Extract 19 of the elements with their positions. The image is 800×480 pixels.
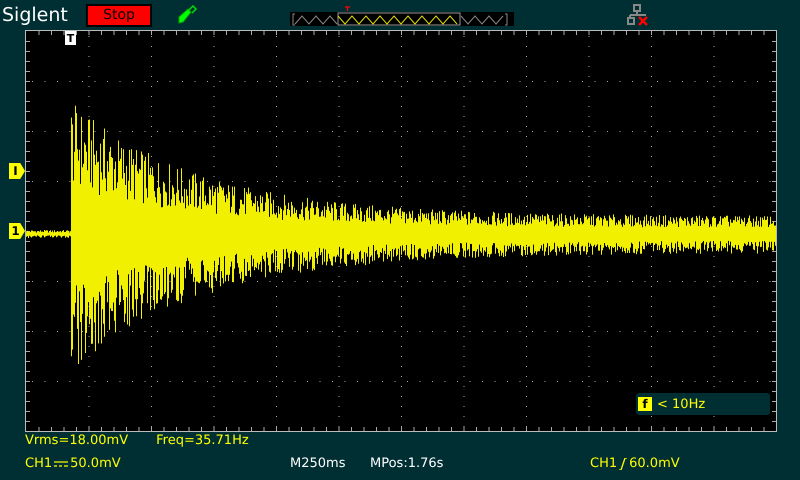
filter-cutoff-label: < 10Hz bbox=[657, 398, 706, 410]
frequency-measurement: Freq=35.71Hz bbox=[156, 434, 249, 447]
memory-position-label: MPos:1.76s bbox=[370, 457, 444, 470]
channel-marker: 1 bbox=[9, 223, 25, 239]
trigger-level-marker: I bbox=[9, 163, 25, 179]
trigger-source-label: CH1 bbox=[590, 457, 618, 470]
rising-edge-icon bbox=[619, 458, 628, 470]
network-disconnected-icon bbox=[627, 4, 651, 26]
trigger-position-marker: T bbox=[65, 31, 76, 45]
probe-icon bbox=[176, 4, 198, 26]
brand-label: Siglent bbox=[2, 6, 69, 24]
filter-icon: f bbox=[638, 397, 652, 411]
channel-label: CH1 bbox=[25, 457, 52, 470]
volts-per-division: 50.0mV bbox=[70, 457, 121, 470]
dc-coupling-icon bbox=[54, 460, 68, 468]
timebase-label: M250ms bbox=[290, 457, 346, 470]
trigger-level-label: 60.0mV bbox=[629, 457, 680, 470]
run-state-indicator: Stop bbox=[86, 4, 152, 26]
vrms-measurement: Vrms=18.00mV bbox=[25, 434, 128, 447]
